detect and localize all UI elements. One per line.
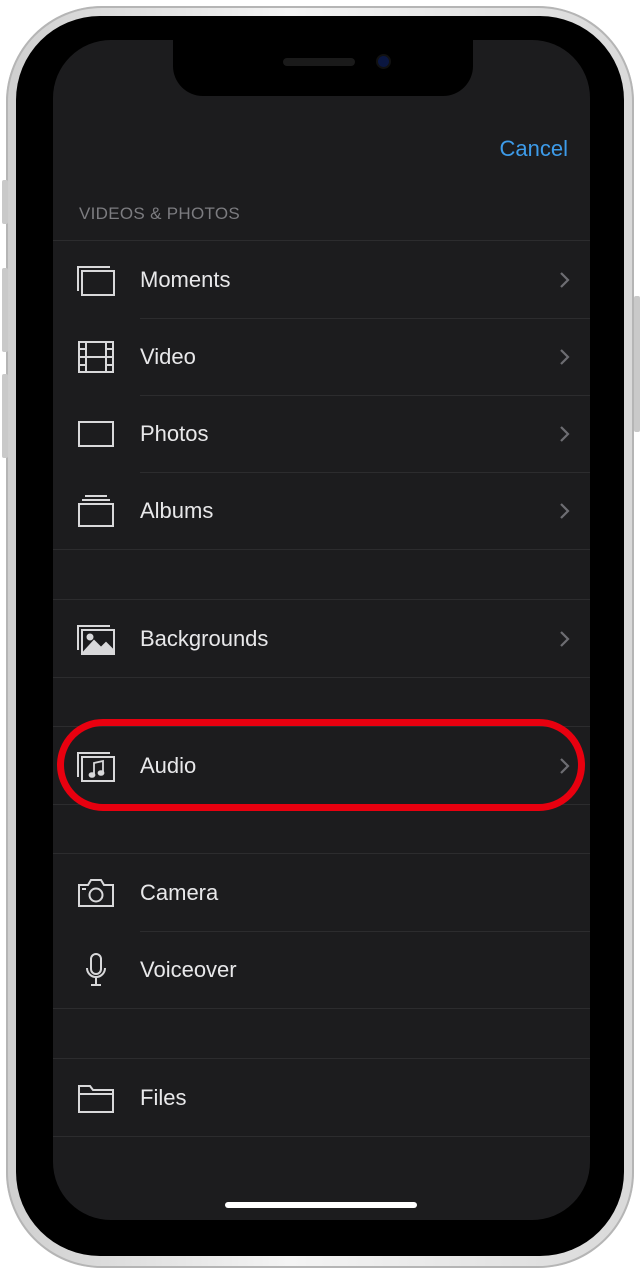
microphone-icon <box>75 950 117 990</box>
volume-up-button <box>2 268 8 352</box>
front-camera <box>378 56 389 67</box>
moments-icon <box>75 260 117 300</box>
section-header-videos-photos: VIDEOS & PHOTOS <box>79 204 241 223</box>
list-item-camera[interactable]: Camera <box>53 854 590 931</box>
chevron-right-icon <box>560 630 570 647</box>
list-item-label: Video <box>140 343 196 369</box>
folder-icon <box>75 1078 117 1118</box>
photo-frame-icon <box>75 414 117 454</box>
chevron-right-icon <box>560 348 570 365</box>
chevron-right-icon <box>560 502 570 519</box>
music-note-icon <box>75 746 117 786</box>
backgrounds-icon <box>75 619 117 659</box>
list-item-label: Backgrounds <box>140 625 269 651</box>
list-item-label: Photos <box>140 420 209 446</box>
list-item-label: Camera <box>140 879 219 905</box>
albums-icon <box>75 491 117 531</box>
list-item-moments[interactable]: Moments <box>53 241 590 318</box>
capture-group: Camera Voiceover <box>53 853 590 1009</box>
speaker-grille <box>283 58 355 66</box>
camera-icon <box>75 873 117 913</box>
screen: Cancel VIDEOS & PHOTOS Moments Video Pho… <box>53 40 590 1220</box>
side-button <box>634 296 640 432</box>
cancel-button[interactable]: Cancel <box>500 136 568 162</box>
list-item-video[interactable]: Video <box>53 318 590 395</box>
notch <box>173 40 473 96</box>
list-item-audio[interactable]: Audio <box>53 727 590 804</box>
list-item-files[interactable]: Files <box>53 1059 590 1136</box>
mute-switch <box>2 180 8 224</box>
chevron-right-icon <box>560 757 570 774</box>
list-item-backgrounds[interactable]: Backgrounds <box>53 600 590 677</box>
list-item-label: Files <box>140 1084 187 1110</box>
files-group: Files <box>53 1058 590 1137</box>
home-indicator[interactable] <box>225 1202 417 1208</box>
volume-down-button <box>2 374 8 458</box>
film-icon <box>75 337 117 377</box>
videos-photos-group: Moments Video Photos Albums <box>53 240 590 550</box>
list-item-photos[interactable]: Photos <box>53 395 590 472</box>
backgrounds-group: Backgrounds <box>53 599 590 678</box>
list-item-label: Moments <box>140 266 231 292</box>
audio-group: Audio <box>53 726 590 805</box>
list-item-label: Audio <box>140 752 197 778</box>
list-item-albums[interactable]: Albums <box>53 472 590 549</box>
list-item-voiceover[interactable]: Voiceover <box>53 931 590 1008</box>
chevron-right-icon <box>560 425 570 442</box>
chevron-right-icon <box>560 271 570 288</box>
list-item-label: Voiceover <box>140 956 237 982</box>
list-item-label: Albums <box>140 497 214 523</box>
